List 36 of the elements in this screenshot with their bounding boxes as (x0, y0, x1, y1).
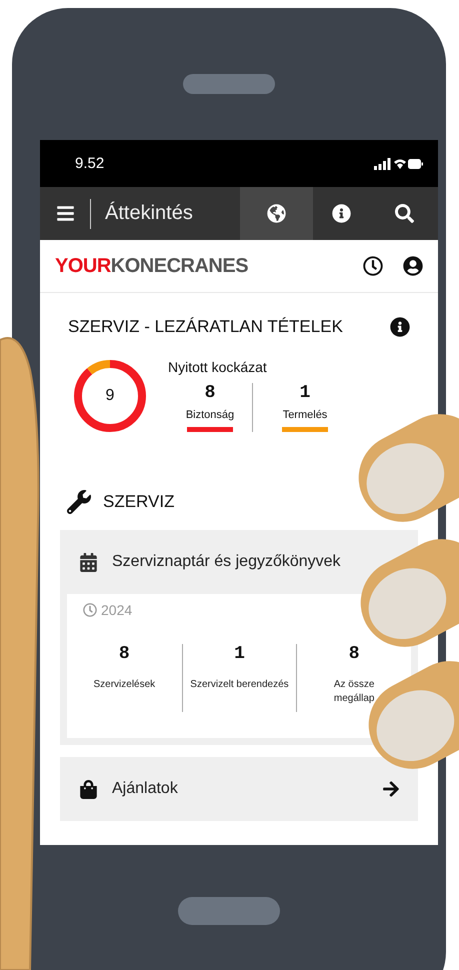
offers-row[interactable]: Ajánlatok (60, 757, 418, 821)
stat-label: Szervizelt berendezés (190, 678, 289, 692)
bag-icon (79, 780, 98, 798)
stat-value: 1 (234, 644, 245, 664)
section-title: SZERVIZ (103, 492, 174, 512)
clock-icon (83, 603, 97, 617)
stat-label: Szervizelések (93, 678, 156, 692)
stat-label: Biztonság (186, 409, 234, 421)
user-icon[interactable] (403, 256, 423, 276)
offers-title: Ajánlatok (112, 780, 179, 798)
risk-donut (74, 360, 146, 432)
search-icon (394, 204, 414, 223)
globe-button[interactable] (240, 187, 313, 240)
calendar-icon (79, 552, 98, 572)
stat-label: Termelés (282, 409, 328, 421)
card-title: SZERVIZ - LEZÁRATLAN TÉTELEK (68, 317, 343, 337)
page-title: Áttekintés (105, 202, 193, 225)
stat-label: Az össze megállap (334, 678, 374, 706)
menu-button[interactable] (54, 204, 76, 223)
wrench-icon (67, 490, 91, 514)
stat-value: 1 (300, 383, 310, 403)
year-label: 2024 (101, 602, 132, 618)
stat-value: 8 (118, 644, 130, 664)
globe-icon (267, 204, 286, 223)
info-icon (332, 204, 351, 223)
status-time: 9.52 (75, 155, 104, 172)
risk-total: 9 (106, 386, 114, 404)
status-icons (374, 158, 424, 170)
stat-value: 8 (204, 383, 216, 403)
info-icon[interactable] (390, 317, 410, 337)
clock-icon[interactable] (363, 256, 383, 276)
panel-title[interactable]: Szerviznaptár és jegyzőkönyvek (112, 553, 341, 571)
risk-heading: Nyitott kockázat (168, 359, 268, 375)
brand-logo: YOURKONECRANES (55, 254, 250, 278)
arrow-right-icon (382, 780, 400, 798)
stat-value: 8 (348, 644, 360, 664)
